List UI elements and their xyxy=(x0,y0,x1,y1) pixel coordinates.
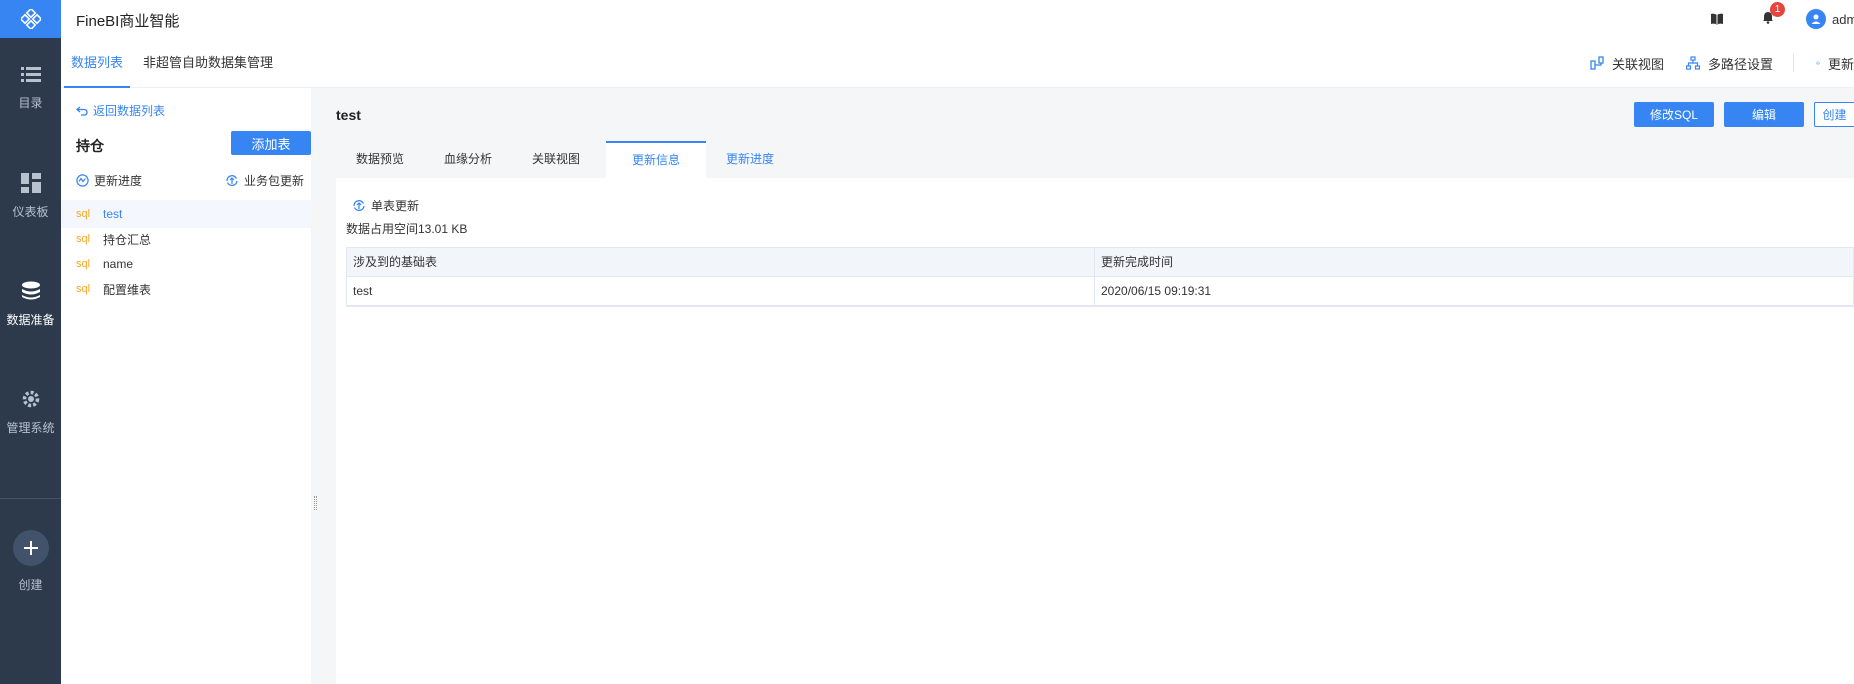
sql-tag: sql xyxy=(76,283,91,295)
table-item-label: 配置维表 xyxy=(103,282,152,297)
table-item-label: test xyxy=(103,207,123,221)
top-bar: FineBI商业智能 1 admin xyxy=(61,0,1854,38)
left-nav: 目录 仪表板 数据准备 管理系统 创建 xyxy=(0,0,61,684)
sql-tag: sql xyxy=(76,233,91,245)
column-header: 更新完成时间 xyxy=(1101,255,1174,269)
edit-button[interactable]: 编辑 xyxy=(1724,102,1804,127)
database-icon xyxy=(21,281,40,299)
detail-panel: 数据预览 血缘分析 关联视图 更新信息 更新进度 单表更新 数据占用空间13.0… xyxy=(336,141,1854,684)
nav-divider xyxy=(0,498,61,499)
table-item-holdings-summary[interactable]: sql 持仓汇总 xyxy=(61,225,311,253)
user-name: admin xyxy=(1832,11,1854,27)
refresh-icon xyxy=(353,200,365,212)
dashboard-icon xyxy=(20,172,41,193)
table-cell: test xyxy=(347,277,1095,305)
detail-header: test 修改SQL 编辑 创建 xyxy=(320,88,1854,140)
table-item-test[interactable]: sql test xyxy=(61,200,311,228)
tab-update-info[interactable]: 更新信息 xyxy=(606,141,706,178)
update-label: 更新 xyxy=(1827,56,1854,72)
top-right-actions: 1 admin xyxy=(1710,0,1854,38)
avatar xyxy=(1806,9,1826,29)
return-icon xyxy=(76,106,88,116)
table-row: test 2020/06/15 09:19:31 xyxy=(347,277,1853,306)
progress-icon xyxy=(76,174,89,187)
update-progress-link[interactable]: 更新进度 xyxy=(76,172,142,189)
gear-icon xyxy=(22,390,39,407)
add-table-button[interactable]: 添加表 xyxy=(231,131,311,155)
table-item-config-dim[interactable]: sql 配置维表 xyxy=(61,275,311,303)
table-item-label: name xyxy=(103,257,134,271)
table-list-panel: 返回数据列表 持仓 添加表 更新进度 业务包更新 sql test xyxy=(61,88,311,684)
relation-view-button[interactable]: 关联视图 xyxy=(1590,54,1664,73)
refresh-icon xyxy=(226,175,238,187)
table-header: 涉及到的基础表 更新完成时间 xyxy=(347,248,1853,277)
detail-tabs: 数据预览 血缘分析 关联视图 更新信息 更新进度 xyxy=(336,141,1854,178)
app-title: FineBI商业智能 xyxy=(76,13,180,30)
panel-resizer[interactable] xyxy=(311,88,320,684)
sql-tag: sql xyxy=(76,258,91,270)
update-button[interactable]: 更新 xyxy=(1816,54,1854,73)
data-space-info: 数据占用空间13.01 KB xyxy=(346,222,468,236)
table-item-name[interactable]: sql name xyxy=(61,250,311,278)
nav-label: 管理系统 xyxy=(6,420,55,435)
tab-data-list[interactable]: 数据列表 xyxy=(64,38,130,88)
column-header: 涉及到的基础表 xyxy=(347,248,1095,276)
multipath-button[interactable]: 多路径设置 xyxy=(1685,54,1773,73)
hierarchy-icon xyxy=(1685,56,1700,70)
create-button[interactable]: 创建 xyxy=(1814,102,1854,127)
nav-label: 数据准备 xyxy=(6,312,55,327)
drag-handle-icon xyxy=(314,496,317,510)
tab-lineage[interactable]: 血缘分析 xyxy=(424,141,512,178)
tab-non-admin-dataset[interactable]: 非超管自助数据集管理 xyxy=(143,38,273,88)
nav-item-dashboard[interactable]: 仪表板 xyxy=(0,146,61,246)
logo[interactable] xyxy=(0,0,61,38)
back-label: 返回数据列表 xyxy=(93,104,166,118)
nav-item-admin[interactable]: 管理系统 xyxy=(0,362,61,462)
table-detail: test 修改SQL 编辑 创建 数据预览 血缘分析 关联视图 更新信息 更新进… xyxy=(320,88,1854,684)
nav-create[interactable]: 创建 xyxy=(0,530,61,593)
relation-view-label: 关联视图 xyxy=(1611,56,1664,72)
update-info-table: 涉及到的基础表 更新完成时间 test 2020/06/15 09:19:31 xyxy=(346,247,1854,307)
update-progress-label: 更新进度 xyxy=(94,174,143,188)
modify-sql-button[interactable]: 修改SQL xyxy=(1634,102,1714,127)
book-icon[interactable] xyxy=(1710,13,1724,25)
nav-item-catalog[interactable]: 目录 xyxy=(0,38,61,138)
package-update-link[interactable]: 业务包更新 xyxy=(225,172,304,189)
table-item-label: 持仓汇总 xyxy=(103,232,152,247)
relation-view-icon xyxy=(1590,56,1604,70)
user-menu[interactable]: admin xyxy=(1806,9,1854,29)
multipath-label: 多路径设置 xyxy=(1707,56,1773,72)
nav-label: 目录 xyxy=(18,95,43,110)
single-update-label: 单表更新 xyxy=(371,199,420,213)
package-name: 持仓 xyxy=(76,138,104,154)
tab-data-preview[interactable]: 数据预览 xyxy=(336,141,424,178)
nav-create-label: 创建 xyxy=(18,578,43,592)
tab-relation-view[interactable]: 关联视图 xyxy=(512,141,600,178)
main-tab-strip: 数据列表 非超管自助数据集管理 关联视图 多路径设置 更新 xyxy=(61,38,1854,88)
logo-icon xyxy=(20,9,41,29)
tab-update-progress[interactable]: 更新进度 xyxy=(706,141,794,178)
cloud-update-icon xyxy=(1816,61,1820,65)
user-icon xyxy=(1811,14,1821,24)
package-update-label: 业务包更新 xyxy=(244,174,305,188)
toolbar: 关联视图 多路径设置 更新 xyxy=(1568,38,1854,88)
toolbar-divider xyxy=(1793,54,1794,72)
sql-tag: sql xyxy=(76,208,91,220)
single-table-update-button[interactable]: 单表更新 xyxy=(352,197,419,214)
table-cell: 2020/06/15 09:19:31 xyxy=(1101,284,1212,298)
nav-item-data-prep[interactable]: 数据准备 xyxy=(0,254,61,354)
plus-icon xyxy=(12,530,49,566)
notifications[interactable]: 1 xyxy=(1762,2,1785,27)
nav-label: 仪表板 xyxy=(12,204,49,219)
notification-badge: 1 xyxy=(1770,2,1785,17)
back-to-list-link[interactable]: 返回数据列表 xyxy=(76,102,165,119)
table-title: test xyxy=(336,107,361,123)
list-icon xyxy=(20,66,41,82)
